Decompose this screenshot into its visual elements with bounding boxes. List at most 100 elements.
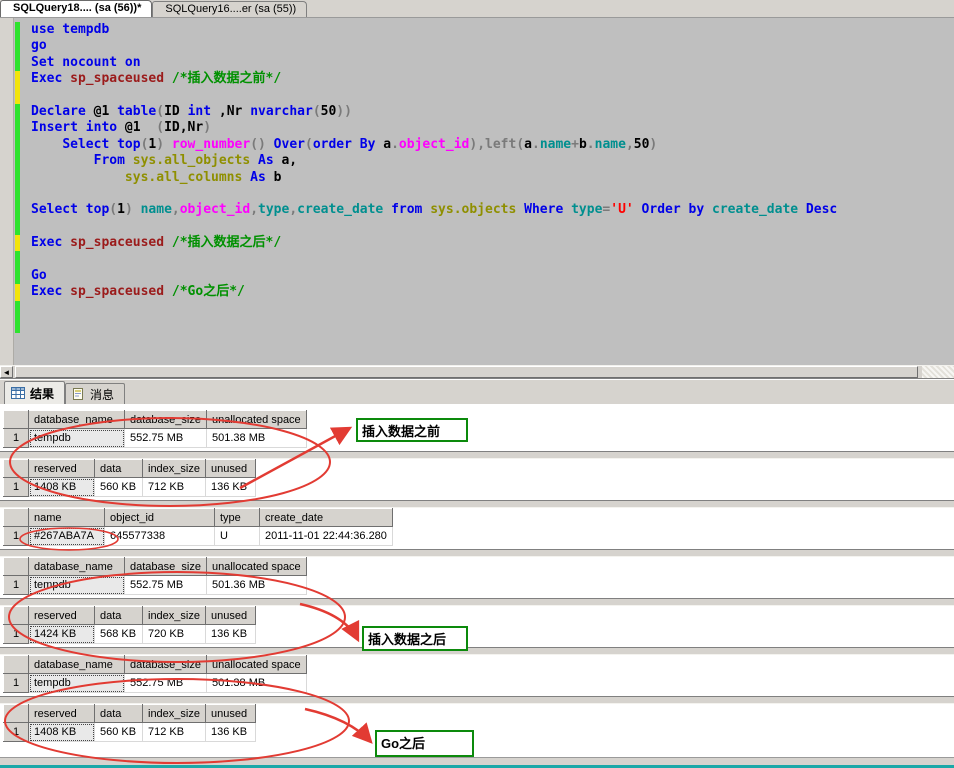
grid-cell[interactable]: 501.36 MB <box>207 576 307 595</box>
grid-corner-cell[interactable] <box>4 558 29 576</box>
grid-column-header[interactable]: reserved <box>29 460 95 478</box>
grid-cell[interactable]: 1408 KB <box>29 478 95 497</box>
code-line[interactable]: use tempdb <box>0 22 954 38</box>
code-line[interactable]: Exec sp_spaceused /*插入数据之后*/ <box>0 235 954 251</box>
grid-cell[interactable]: tempdb <box>29 674 125 693</box>
code-line[interactable]: Select top(1) row_number() Over(order By… <box>0 137 954 153</box>
grid-cell[interactable]: 136 KB <box>206 478 256 497</box>
grid-splitter[interactable] <box>0 696 954 704</box>
grid-column-header[interactable]: database_size <box>125 411 207 429</box>
grid-column-header[interactable]: type <box>215 509 260 527</box>
row-number-cell[interactable]: 1 <box>4 429 29 448</box>
tab-results[interactable]: 结果 <box>4 381 65 404</box>
grid-column-header[interactable]: unused <box>206 460 256 478</box>
grid-column-header[interactable]: unallocated space <box>207 411 307 429</box>
grid-corner-cell[interactable] <box>4 411 29 429</box>
grid-cell[interactable]: 136 KB <box>206 723 256 742</box>
sql-code-editor[interactable]: use tempdbgoSet nocount onExec sp_spaceu… <box>0 18 954 365</box>
code-token: sys.all_objects <box>133 153 250 168</box>
code-line[interactable]: Exec sp_spaceused /*Go之后*/ <box>0 284 954 300</box>
row-number-cell[interactable]: 1 <box>4 527 29 546</box>
grid-column-header[interactable]: create_date <box>260 509 393 527</box>
grid-corner-cell[interactable] <box>4 460 29 478</box>
code-line[interactable]: Go <box>0 268 954 284</box>
scrollbar-thumb[interactable] <box>15 366 918 378</box>
code-line[interactable]: Exec sp_spaceused /*插入数据之前*/ <box>0 71 954 87</box>
tab-sqlquery16[interactable]: SQLQuery16....er (sa (55)) <box>152 1 307 17</box>
grid-column-header[interactable]: unallocated space <box>207 656 307 674</box>
grid-cell[interactable]: 501.38 MB <box>207 429 307 448</box>
grid-cell[interactable]: tempdb <box>29 576 125 595</box>
grid-column-header[interactable]: data <box>95 705 143 723</box>
grid-column-header[interactable]: unused <box>206 705 256 723</box>
grid-cell[interactable]: 552.75 MB <box>125 576 207 595</box>
grid-column-header[interactable]: database_name <box>29 411 125 429</box>
code-line[interactable] <box>0 301 954 317</box>
grid-cell[interactable]: 2011-11-01 22:44:36.280 <box>260 527 393 546</box>
grid-cell[interactable]: 552.75 MB <box>125 674 207 693</box>
code-line[interactable] <box>0 317 954 333</box>
grid-cell[interactable]: #267ABA7A <box>29 527 105 546</box>
grid-cell[interactable]: 645577338 <box>105 527 215 546</box>
grid-column-header[interactable]: unallocated space <box>207 558 307 576</box>
code-line[interactable] <box>0 251 954 267</box>
code-line[interactable]: From sys.all_objects As a, <box>0 153 954 169</box>
scroll-left-arrow-icon[interactable]: ◄ <box>0 366 13 378</box>
grid-cell[interactable]: U <box>215 527 260 546</box>
code-line[interactable]: Select top(1) name,object_id,type,create… <box>0 202 954 218</box>
grid-corner-cell[interactable] <box>4 607 29 625</box>
grid-column-header[interactable]: index_size <box>143 705 206 723</box>
code-line[interactable]: Set nocount on <box>0 55 954 71</box>
grid-column-header[interactable]: data <box>95 460 143 478</box>
table-row: 1tempdb552.75 MB501.38 MB <box>4 429 307 448</box>
grid-cell[interactable]: 560 KB <box>95 723 143 742</box>
grid-column-header[interactable]: data <box>95 607 143 625</box>
code-line[interactable]: sys.all_columns As b <box>0 170 954 186</box>
row-number-cell[interactable]: 1 <box>4 625 29 644</box>
grid-splitter[interactable] <box>0 598 954 606</box>
grid-column-header[interactable]: database_size <box>125 558 207 576</box>
code-token: Over <box>274 137 305 152</box>
grid-cell[interactable]: 1424 KB <box>29 625 95 644</box>
code-line[interactable]: Insert into @1 (ID,Nr) <box>0 120 954 136</box>
grid-column-header[interactable]: reserved <box>29 607 95 625</box>
grid-column-header[interactable]: database_size <box>125 656 207 674</box>
code-line[interactable] <box>0 219 954 235</box>
grid-splitter[interactable] <box>0 549 954 557</box>
code-line[interactable] <box>0 186 954 202</box>
grid-cell[interactable]: tempdb <box>29 429 125 448</box>
grid-splitter[interactable] <box>0 451 954 459</box>
grid-column-header[interactable]: object_id <box>105 509 215 527</box>
row-number-cell[interactable]: 1 <box>4 478 29 497</box>
code-line[interactable]: Declare @1 table(ID int ,Nr nvarchar(50)… <box>0 104 954 120</box>
grid-cell[interactable]: 501.38 MB <box>207 674 307 693</box>
grid-corner-cell[interactable] <box>4 656 29 674</box>
grid-cell[interactable]: 560 KB <box>95 478 143 497</box>
grid-cell[interactable]: 712 KB <box>143 723 206 742</box>
grid-column-header[interactable]: database_name <box>29 656 125 674</box>
row-number-cell[interactable]: 1 <box>4 674 29 693</box>
tab-messages[interactable]: 消息 <box>65 383 125 404</box>
grid-cell[interactable]: 712 KB <box>143 478 206 497</box>
grid-splitter[interactable] <box>0 500 954 508</box>
grid-corner-cell[interactable] <box>4 705 29 723</box>
row-number-cell[interactable]: 1 <box>4 576 29 595</box>
code-line[interactable] <box>0 88 954 104</box>
grid-cell[interactable]: 136 KB <box>206 625 256 644</box>
grid-column-header[interactable]: reserved <box>29 705 95 723</box>
grid-splitter[interactable] <box>0 647 954 655</box>
row-number-cell[interactable]: 1 <box>4 723 29 742</box>
grid-column-header[interactable]: unused <box>206 607 256 625</box>
tab-sqlquery18[interactable]: SQLQuery18.... (sa (56))* <box>0 0 152 17</box>
grid-column-header[interactable]: index_size <box>143 607 206 625</box>
code-line[interactable]: go <box>0 38 954 54</box>
grid-cell[interactable]: 552.75 MB <box>125 429 207 448</box>
grid-column-header[interactable]: index_size <box>143 460 206 478</box>
grid-column-header[interactable]: name <box>29 509 105 527</box>
grid-corner-cell[interactable] <box>4 509 29 527</box>
grid-cell[interactable]: 1408 KB <box>29 723 95 742</box>
grid-cell[interactable]: 568 KB <box>95 625 143 644</box>
grid-cell[interactable]: 720 KB <box>143 625 206 644</box>
editor-horizontal-scrollbar[interactable]: ◄ <box>0 365 954 379</box>
grid-column-header[interactable]: database_name <box>29 558 125 576</box>
